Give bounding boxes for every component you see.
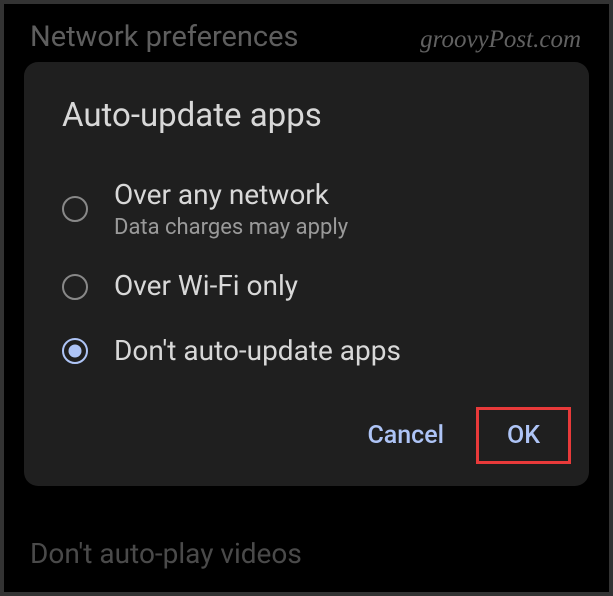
cancel-button[interactable]: Cancel	[343, 407, 468, 464]
radio-unchecked-icon	[62, 196, 88, 222]
radio-label-wrap: Over any network Data charges may apply	[114, 177, 348, 240]
radio-label: Over any network	[114, 177, 348, 213]
radio-option-wifi-only[interactable]: Over Wi-Fi only	[24, 254, 589, 318]
auto-update-dialog: Auto-update apps Over any network Data c…	[24, 62, 589, 486]
page-section-title: Network preferences	[30, 20, 298, 54]
radio-checked-icon	[62, 338, 88, 364]
dialog-actions: Cancel OK	[24, 383, 589, 472]
radio-sublabel: Data charges may apply	[114, 215, 348, 240]
radio-unchecked-icon	[62, 274, 88, 300]
radio-label-wrap: Don't auto-update apps	[114, 333, 401, 369]
radio-option-dont-update[interactable]: Don't auto-update apps	[24, 319, 589, 383]
background-setting-label: Don't auto-play videos	[30, 537, 302, 570]
dialog-title: Auto-update apps	[24, 96, 589, 163]
ok-button[interactable]: OK	[476, 407, 571, 464]
radio-label: Don't auto-update apps	[114, 333, 401, 369]
radio-label: Over Wi-Fi only	[114, 268, 298, 304]
watermark: groovyPost.com	[420, 26, 581, 54]
radio-option-any-network[interactable]: Over any network Data charges may apply	[24, 163, 589, 254]
radio-label-wrap: Over Wi-Fi only	[114, 268, 298, 304]
